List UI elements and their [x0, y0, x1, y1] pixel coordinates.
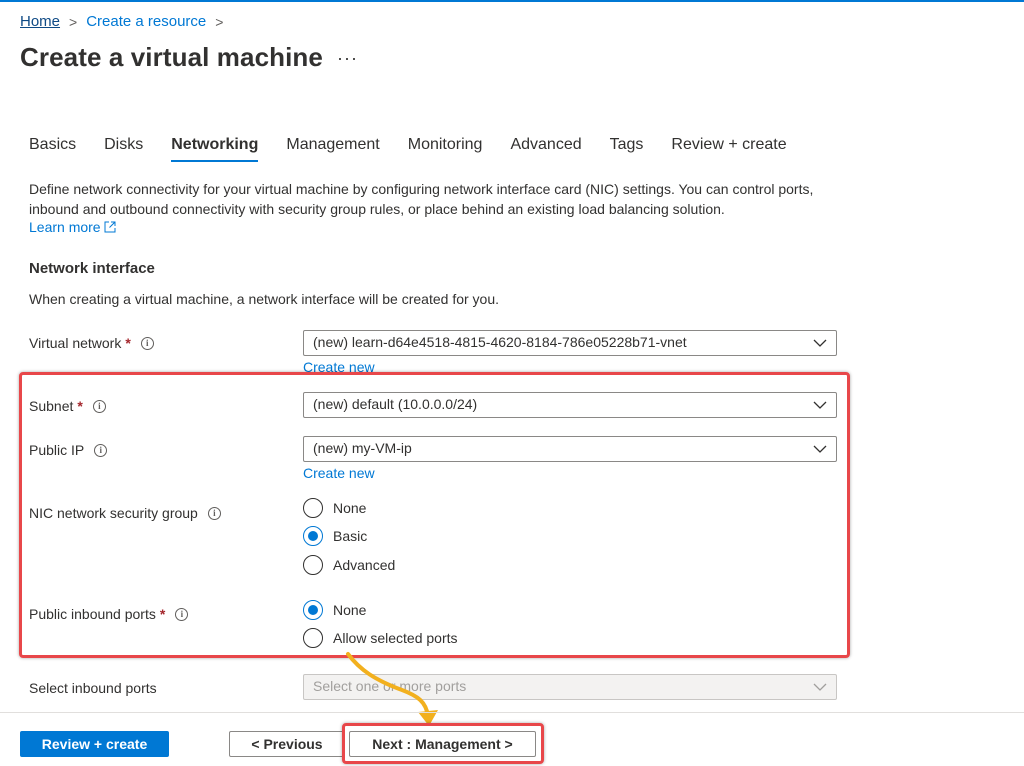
external-link-icon	[104, 221, 116, 233]
tab-management[interactable]: Management	[286, 136, 379, 162]
tab-bar: Basics Disks Networking Management Monit…	[29, 136, 815, 162]
networking-description: Define network connectivity for your vir…	[29, 181, 814, 217]
virtual-network-value: (new) learn-d64e4518-4815-4620-8184-786e…	[313, 334, 687, 350]
more-options-icon[interactable]: ···	[337, 48, 358, 69]
learn-more-link[interactable]: Learn more	[29, 219, 116, 235]
virtual-network-label: Virtual network * i	[29, 335, 154, 351]
highlight-box	[19, 372, 850, 658]
chevron-down-icon	[813, 683, 827, 691]
tab-advanced[interactable]: Advanced	[510, 136, 581, 162]
breadcrumb-home[interactable]: Home	[20, 13, 60, 30]
virtual-network-select[interactable]: (new) learn-d64e4518-4815-4620-8184-786e…	[303, 330, 837, 356]
select-inbound-ports-label-text: Select inbound ports	[29, 680, 157, 696]
breadcrumb-separator: >	[215, 13, 224, 30]
footer-divider	[0, 712, 1024, 713]
tab-review-create[interactable]: Review + create	[671, 136, 786, 162]
virtual-network-label-text: Virtual network	[29, 335, 122, 351]
annotation-arrow-icon	[346, 652, 438, 726]
learn-more-label: Learn more	[29, 219, 101, 235]
network-interface-heading: Network interface	[29, 260, 155, 277]
next-button-highlight	[342, 723, 544, 764]
previous-button[interactable]: < Previous	[229, 731, 345, 757]
breadcrumb: Home > Create a resource >	[20, 13, 232, 30]
virtual-network-create-new[interactable]: Create new	[303, 359, 375, 372]
tab-disks[interactable]: Disks	[104, 136, 143, 162]
tab-monitoring[interactable]: Monitoring	[408, 136, 483, 162]
breadcrumb-create-resource[interactable]: Create a resource	[86, 13, 206, 30]
network-interface-description: When creating a virtual machine, a netwo…	[29, 291, 500, 307]
info-icon[interactable]: i	[140, 336, 154, 350]
top-accent-line	[0, 0, 1024, 2]
page-title: Create a virtual machine	[20, 42, 323, 72]
required-marker: *	[125, 335, 131, 351]
tab-basics[interactable]: Basics	[29, 136, 76, 162]
review-create-button[interactable]: Review + create	[20, 731, 169, 757]
tab-tags[interactable]: Tags	[610, 136, 644, 162]
select-inbound-ports-label: Select inbound ports	[29, 680, 157, 696]
chevron-down-icon	[813, 339, 827, 347]
breadcrumb-separator: >	[69, 13, 78, 30]
tab-networking[interactable]: Networking	[171, 136, 259, 162]
